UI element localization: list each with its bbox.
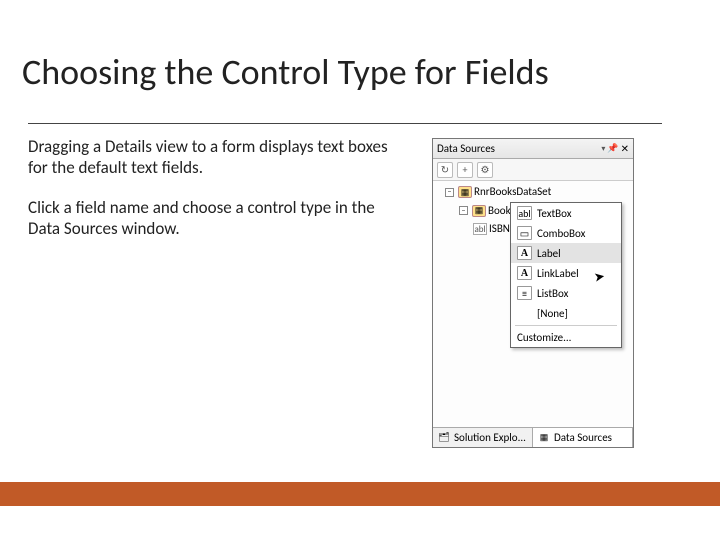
tab-datasources-label: Data Sources xyxy=(554,431,612,444)
listbox-icon: ≡ xyxy=(517,286,532,300)
textbox-icon: abl xyxy=(517,206,532,220)
tree-dataset-row[interactable]: − ▦ RnrBooksDataSet xyxy=(435,183,631,202)
footer-accent-bar xyxy=(0,482,720,506)
expander-minus-icon[interactable]: − xyxy=(459,206,468,215)
body-text: Dragging a Details view to a form displa… xyxy=(28,136,388,257)
paragraph-2: Click a field name and choose a control … xyxy=(28,197,388,240)
pin-icon[interactable]: 📌 xyxy=(607,143,618,154)
menu-item-listbox[interactable]: ≡ ListBox xyxy=(511,283,621,303)
panel-title-text: Data Sources xyxy=(437,142,495,155)
dataset-label: RnrBooksDataSet xyxy=(474,184,551,201)
solution-explorer-icon: 🗂 xyxy=(438,432,450,444)
table-icon: ▦ xyxy=(472,205,486,217)
menu-item-textbox[interactable]: abl TextBox xyxy=(511,203,621,223)
tab-data-sources[interactable]: ▦ Data Sources xyxy=(533,428,633,447)
menu-label: [None] xyxy=(537,307,568,320)
menu-item-customize[interactable]: Customize... xyxy=(511,328,621,347)
menu-separator xyxy=(515,325,617,326)
control-type-menu: abl TextBox ▭ ComboBox A Label A LinkLab… xyxy=(510,202,622,348)
close-icon[interactable]: ✕ xyxy=(621,142,629,155)
slide-title: Choosing the Control Type for Fields xyxy=(22,50,549,94)
menu-label: TextBox xyxy=(537,207,572,220)
dropdown-icon[interactable]: ▾ xyxy=(601,144,605,154)
menu-label: LinkLabel xyxy=(537,267,579,280)
menu-label: Label xyxy=(537,247,561,260)
toolbar-add-icon[interactable]: + xyxy=(457,162,473,178)
menu-item-none[interactable]: [None] xyxy=(511,303,621,323)
title-underline xyxy=(28,123,662,124)
toolbar-config-icon[interactable]: ⚙ xyxy=(477,162,493,178)
field-icon: abl xyxy=(473,223,487,235)
menu-item-label[interactable]: A Label xyxy=(511,243,621,263)
label-icon: A xyxy=(517,246,532,260)
tab-solution-explorer[interactable]: 🗂 Solution Explo... xyxy=(433,428,533,447)
combobox-icon: ▭ xyxy=(517,226,532,240)
paragraph-1: Dragging a Details view to a form displa… xyxy=(28,136,388,179)
menu-label: ComboBox xyxy=(537,227,585,240)
data-sources-icon: ▦ xyxy=(538,432,550,444)
menu-item-combobox[interactable]: ▭ ComboBox xyxy=(511,223,621,243)
toolbar-refresh-icon[interactable]: ↻ xyxy=(437,162,453,178)
linklabel-icon: A xyxy=(517,266,532,280)
panel-titlebar: Data Sources ▾ 📌 ✕ xyxy=(433,139,633,159)
dataset-icon: ▦ xyxy=(458,186,472,198)
expander-minus-icon[interactable]: − xyxy=(445,188,454,197)
none-icon xyxy=(517,306,532,320)
menu-item-linklabel[interactable]: A LinkLabel xyxy=(511,263,621,283)
field-label: ISBN xyxy=(489,221,510,238)
tab-solution-label: Solution Explo... xyxy=(454,431,526,444)
menu-label: ListBox xyxy=(537,287,568,300)
panel-toolbar: ↻ + ⚙ xyxy=(433,159,633,181)
panel-tabs: 🗂 Solution Explo... ▦ Data Sources xyxy=(433,427,633,447)
menu-label: Customize... xyxy=(517,331,571,344)
